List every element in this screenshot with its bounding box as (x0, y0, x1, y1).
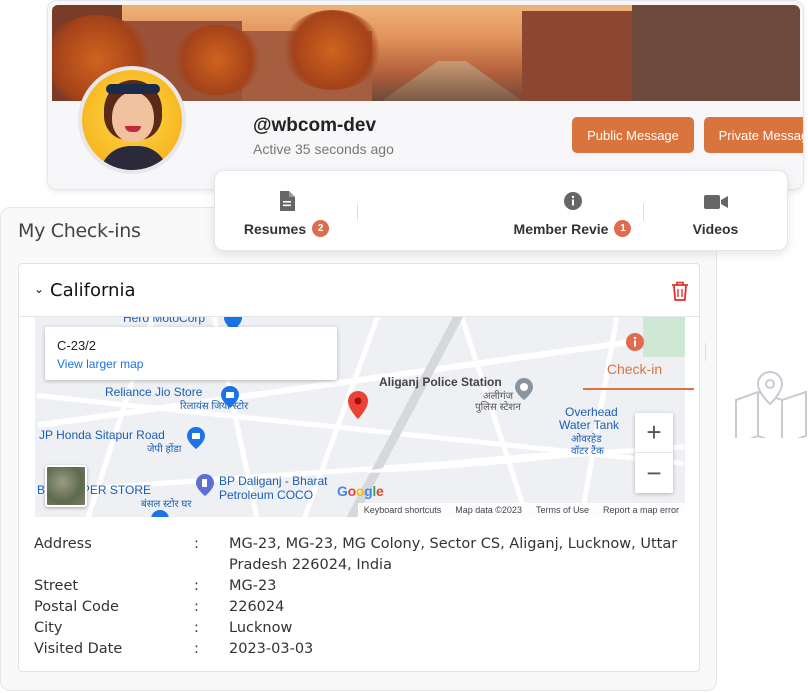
detail-colon: : (194, 578, 199, 594)
checkin-title: California (50, 280, 136, 301)
video-camera-icon (703, 189, 728, 215)
tab-videos[interactable]: Videos (644, 171, 787, 250)
checkins-panel: My Check-ins ⌄ California Hero MotoCorp … (0, 207, 717, 691)
info-icon (563, 188, 583, 214)
shop-pin-icon[interactable] (187, 427, 205, 449)
keyboard-shortcuts-link[interactable]: Keyboard shortcuts (364, 505, 442, 515)
detail-label: Street (34, 578, 79, 594)
detail-colon: : (194, 536, 199, 552)
map-label: वॉटर टैंक (571, 446, 604, 457)
location-marker-icon[interactable] (348, 391, 368, 419)
detail-colon: : (194, 620, 199, 636)
panel-title: My Check-ins (18, 220, 141, 242)
detail-label: Visited Date (34, 641, 123, 657)
zoom-in-button[interactable]: + (635, 413, 673, 453)
avatar[interactable] (78, 66, 186, 174)
detail-row-visited-date: Visited Date : 2023-03-03 (34, 639, 694, 660)
tab-member-reviews[interactable]: Member Revie 1 (501, 171, 644, 250)
detail-value: Lucknow (229, 620, 293, 636)
map-label: Water Tank (559, 418, 620, 432)
police-pin-icon[interactable] (515, 378, 533, 400)
tab-label: Videos (692, 220, 739, 237)
last-active-status: Active 35 seconds ago (253, 141, 394, 157)
tab-resumes[interactable]: Resumes 2 (215, 171, 358, 250)
map-info-window: C-23/2 View larger map (45, 327, 337, 380)
detail-label: City (34, 620, 63, 636)
view-larger-map-link[interactable]: View larger map (57, 357, 143, 371)
tab-label: Resumes (243, 220, 307, 237)
detail-row-street: Street : MG-23 (34, 576, 694, 597)
public-message-button[interactable]: Public Message (572, 117, 694, 153)
private-message-button[interactable]: Private Message (704, 117, 803, 153)
chevron-down-icon[interactable]: ⌄ (34, 282, 44, 296)
card-header[interactable]: ⌄ California (19, 264, 699, 317)
profile-tabs: Resumes 2 Check-in Member Revie 1 Videos (214, 170, 788, 390)
detail-colon: : (194, 599, 199, 615)
map-label: Petroleum COCO (219, 488, 314, 502)
map-label: Aliganj Police Station (379, 375, 502, 389)
map-footer: Keyboard shortcuts Map data ©2023 Terms … (357, 503, 685, 517)
detail-value: 2023-03-03 (229, 641, 314, 657)
tab-label: Member Revie (513, 220, 609, 237)
username: @wbcom-dev (253, 115, 377, 136)
terms-link[interactable]: Terms of Use (536, 505, 589, 515)
tab-check-in[interactable]: Check-in (563, 311, 706, 390)
detail-label: Postal Code (34, 599, 119, 615)
map-label: BP Daliganj - Bharat (219, 474, 328, 488)
shop-pin-icon[interactable] (221, 386, 239, 408)
document-icon (279, 188, 295, 214)
detail-value: MG-23, MG-23, MG Colony, Sector CS, Alig… (229, 536, 678, 573)
map-location-icon (735, 370, 807, 438)
zoom-controls: + − (635, 413, 673, 493)
detail-row-city: City : Lucknow (34, 618, 694, 639)
map-label: Hero MotoCorp (123, 317, 206, 325)
checkin-details: Address : MG-23, MG-23, MG Colony, Secto… (34, 534, 694, 660)
fuel-pin-icon[interactable] (196, 474, 214, 496)
detail-value: 226024 (229, 599, 285, 615)
shop-pin-icon[interactable] (151, 510, 169, 517)
detail-row-postal-code: Postal Code : 226024 (34, 597, 694, 618)
detail-label: Address (34, 536, 92, 552)
map-label: JP Honda Sitapur Road (39, 428, 165, 442)
detail-value: MG-23 (229, 578, 277, 594)
detail-colon: : (194, 641, 199, 657)
report-error-link[interactable]: Report a map error (603, 505, 679, 515)
place-name: C-23/2 (57, 338, 97, 353)
count-badge: 1 (614, 220, 632, 237)
count-badge: 2 (312, 220, 330, 237)
map-label: जेपी होंडा (147, 444, 182, 455)
map-label: Reliance Jio Store (105, 385, 203, 399)
map-label: पुलिस स्टेशन (475, 402, 521, 413)
zoom-out-button[interactable]: − (635, 453, 673, 493)
google-logo: Google (337, 483, 384, 499)
map-data-text: Map data ©2023 (455, 505, 522, 515)
trash-icon[interactable] (671, 281, 689, 306)
satellite-toggle[interactable] (45, 465, 87, 507)
detail-row-address: Address : MG-23, MG-23, MG Colony, Secto… (34, 534, 694, 576)
info-icon (625, 329, 645, 355)
tab-label: Check-in (606, 360, 663, 377)
